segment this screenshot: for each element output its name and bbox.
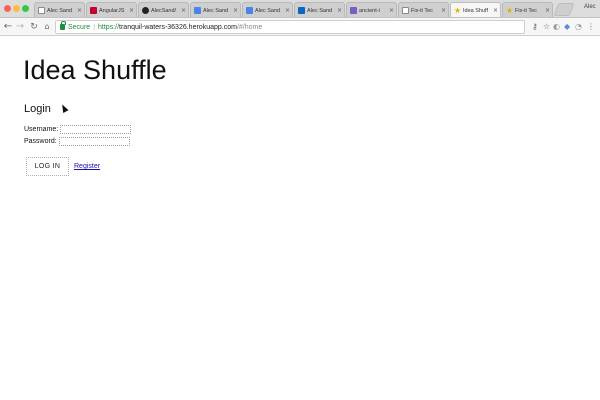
username-input[interactable]: [60, 125, 132, 134]
tab-title: Fix-it Tec: [515, 7, 537, 14]
tab-title: Idea Shuff: [463, 7, 488, 14]
browser-tab[interactable]: Alec Sand ×: [242, 2, 293, 17]
tab-close-icon[interactable]: ×: [181, 7, 186, 14]
reload-icon[interactable]: ↻: [29, 22, 39, 32]
secure-label: Secure: [68, 23, 91, 31]
url-path: /#/home: [236, 23, 263, 31]
register-link[interactable]: Register: [74, 163, 100, 170]
tab-close-icon[interactable]: ×: [337, 7, 342, 14]
page-title: Idea Shuffle: [23, 55, 167, 85]
tab-title: Alec Sand: [203, 7, 229, 14]
password-input[interactable]: [58, 137, 130, 146]
menu-icon[interactable]: ⋮: [587, 22, 595, 32]
new-tab-button[interactable]: [553, 3, 575, 16]
key-icon[interactable]: ⚷: [532, 22, 538, 32]
tab-close-icon[interactable]: ×: [441, 7, 446, 14]
login-button[interactable]: LOG IN: [26, 157, 69, 176]
window-close-icon[interactable]: [4, 5, 11, 12]
username-label: Username:: [24, 126, 59, 133]
blue-doc-icon: [194, 7, 201, 14]
mouse-cursor-icon: [59, 103, 69, 113]
back-icon[interactable]: ←: [3, 22, 13, 32]
bookmark-star-icon[interactable]: ☆: [543, 22, 550, 32]
profile-name[interactable]: Alec: [584, 4, 596, 10]
address-bar[interactable]: Secure | https:// tranquil-waters-36326.…: [55, 20, 525, 34]
github-icon: [142, 7, 149, 14]
forward-icon[interactable]: →: [15, 22, 25, 32]
star-icon: ★: [454, 6, 462, 15]
tab-close-icon[interactable]: ×: [389, 7, 394, 14]
page-content: Idea Shuffle Login Username: Password: L…: [0, 37, 600, 400]
extension-icon[interactable]: ◐: [553, 22, 560, 32]
browser-tab[interactable]: Alec Sand ×: [190, 2, 241, 17]
purple-icon: [350, 7, 357, 14]
tab-close-icon[interactable]: ×: [285, 7, 290, 14]
tab-close-icon[interactable]: ×: [129, 7, 134, 14]
browser-tab[interactable]: Alec Sand ×: [294, 2, 345, 17]
angular-icon: [90, 7, 97, 14]
username-row: Username:: [24, 125, 132, 134]
doc-icon: [402, 7, 409, 14]
url-separator: |: [93, 23, 96, 31]
home-icon[interactable]: ⌂: [42, 22, 52, 32]
tab-close-icon[interactable]: ×: [233, 7, 238, 14]
browser-tab[interactable]: ancient-i ×: [346, 2, 397, 17]
tab-close-icon[interactable]: ×: [545, 7, 550, 14]
tab-title: Alec Sand: [47, 7, 73, 14]
star-icon: ★: [506, 6, 514, 15]
password-row: Password:: [24, 137, 130, 146]
lock-icon: [60, 21, 66, 30]
extension-icon[interactable]: ◔: [575, 22, 582, 32]
browser-tab[interactable]: ★ Fix-it Tec ×: [502, 2, 553, 17]
url-scheme: https://: [98, 23, 120, 31]
browser-tab[interactable]: AlecSand/ ×: [138, 2, 189, 17]
tab-title: Alec Sand: [307, 7, 333, 14]
browser-tab[interactable]: Alec Sand ×: [34, 2, 85, 17]
browser-window: Alec Sand × AngularJS × AlecSand/ × Alec…: [0, 0, 600, 400]
browser-tab[interactable]: AngularJS ×: [86, 2, 137, 17]
tab-close-icon[interactable]: ×: [77, 7, 82, 14]
window-maximize-icon[interactable]: [22, 5, 29, 12]
browser-toolbar: ← → ↻ ⌂ Secure | https:// tranquil-water…: [0, 18, 600, 36]
tab-title: Fix-it Tec: [411, 7, 433, 14]
doc-icon: [38, 7, 45, 14]
tab-title: ancient-i: [359, 7, 380, 14]
password-label: Password:: [24, 138, 57, 145]
tab-title: AlecSand/: [151, 7, 177, 14]
url-host: tranquil-waters-36326.herokuapp.com: [119, 23, 237, 31]
window-minimize-icon[interactable]: [13, 5, 20, 12]
extension-icon[interactable]: ◆: [564, 22, 570, 32]
tab-close-icon[interactable]: ×: [493, 7, 498, 14]
tab-title: Alec Sand: [255, 7, 281, 14]
tab-title: AngularJS: [99, 7, 125, 14]
browser-tab-active[interactable]: ★ Idea Shuff ×: [450, 2, 501, 17]
tab-strip: Alec Sand × AngularJS × AlecSand/ × Alec…: [0, 0, 600, 18]
login-heading: Login: [24, 103, 51, 115]
blue-doc-icon: [246, 7, 253, 14]
browser-tab[interactable]: Fix-it Tec ×: [398, 2, 449, 17]
linkedin-icon: [298, 7, 305, 14]
